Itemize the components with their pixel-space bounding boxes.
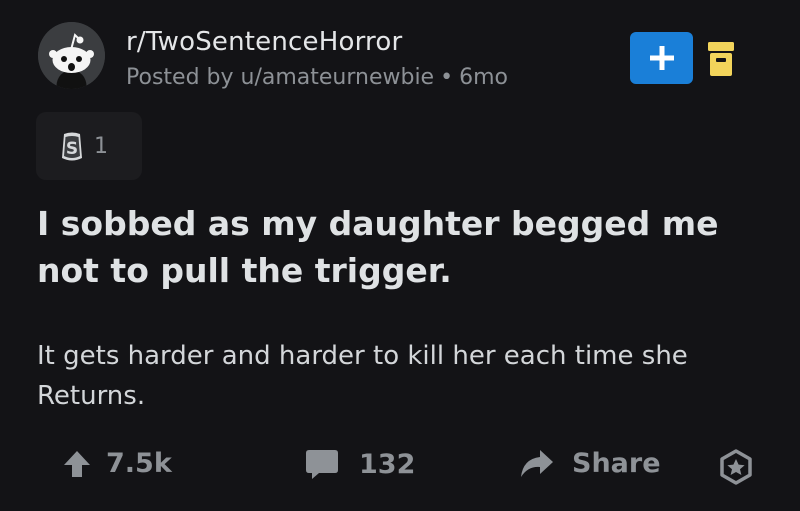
post-age: 6mo (459, 65, 508, 90)
post-title[interactable]: I sobbed as my daughter begged me not to… (37, 200, 767, 294)
share-button[interactable]: Share (520, 448, 661, 479)
subreddit-name[interactable]: r/TwoSentenceHorror (126, 27, 402, 57)
upvote-arrow-icon (64, 450, 90, 477)
comments-button[interactable]: 132 (305, 448, 415, 480)
post-meta: Posted by u/amateurnewbie • 6mo (126, 65, 508, 90)
reddit-alien-icon (38, 22, 105, 89)
share-label: Share (572, 448, 661, 479)
post-body: It gets harder and harder to kill her ea… (37, 341, 688, 411)
action-bar: 7.5k 132 Share (0, 440, 800, 496)
upvote-count: 7.5k (106, 448, 172, 479)
plus-icon (649, 46, 674, 70)
awards-box[interactable]: S 1 (36, 112, 142, 180)
silver-award-icon: S (62, 132, 82, 161)
comment-bubble-icon (306, 450, 338, 479)
svg-text:S: S (66, 139, 78, 159)
award-count: 1 (94, 134, 108, 159)
give-award-button[interactable] (718, 449, 754, 485)
award-star-icon (720, 449, 752, 485)
upvote-button[interactable]: 7.5k (62, 448, 172, 479)
join-button[interactable] (630, 32, 693, 84)
archive-icon[interactable] (708, 42, 734, 76)
posted-by[interactable]: Posted by u/amateurnewbie (126, 65, 434, 90)
subreddit-avatar[interactable] (38, 22, 105, 89)
comment-count: 132 (359, 448, 416, 480)
share-arrow-icon (521, 449, 553, 477)
meta-separator: • (440, 65, 454, 90)
